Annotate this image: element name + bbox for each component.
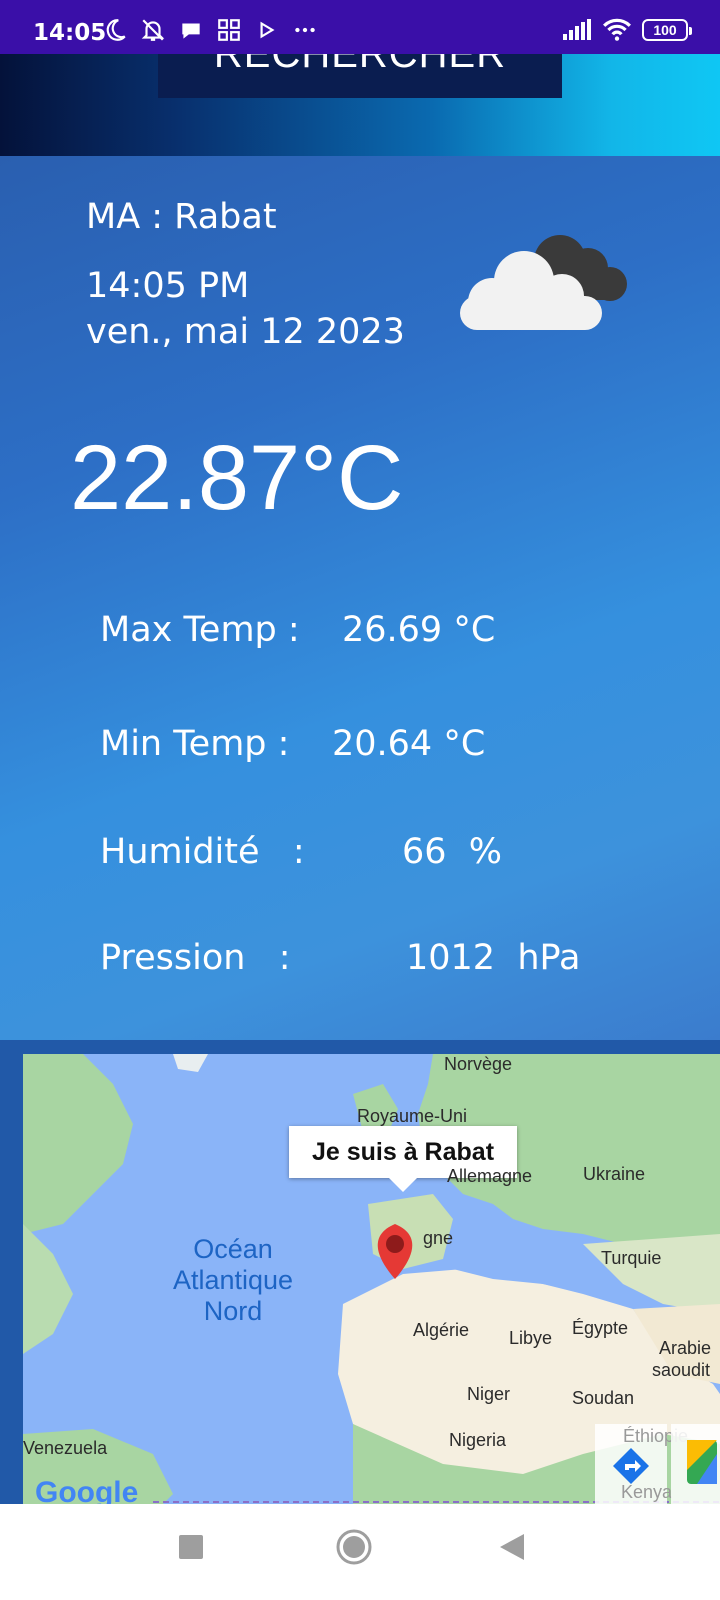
map-frame-strip bbox=[0, 1040, 23, 1504]
temperature-value: 22.87°C bbox=[70, 427, 404, 529]
back-triangle-icon[interactable] bbox=[498, 1532, 526, 1562]
bell-off-icon bbox=[141, 19, 165, 41]
search-button-label: RECHERCHER bbox=[213, 54, 507, 76]
apps-grid-icon bbox=[218, 19, 240, 41]
map-label-ukraine: Ukraine bbox=[583, 1164, 646, 1184]
map-label-arabie: Arabie bbox=[659, 1338, 712, 1358]
wifi-icon bbox=[603, 18, 631, 41]
map-view[interactable]: Je suis à Rabat Norvège Royaume-Uni Alle… bbox=[23, 1054, 720, 1504]
signal-icon bbox=[563, 19, 591, 40]
pressure-value: 1012 hPa bbox=[406, 938, 581, 978]
map-label-ocean: Océan Atlantique Nord bbox=[172, 1234, 294, 1326]
search-button[interactable]: RECHERCHER bbox=[158, 54, 562, 98]
map-marker-icon bbox=[377, 1224, 413, 1279]
map-label-royaume-uni: Royaume-Uni bbox=[357, 1106, 468, 1126]
google-maps-icon bbox=[687, 1440, 717, 1484]
map-label-espagne: gne bbox=[423, 1228, 454, 1248]
weather-panel: MA : Rabat 14:05 PM ven., mai 12 2023 22… bbox=[0, 156, 720, 1040]
moon-icon bbox=[106, 19, 126, 41]
status-time: 14:05 bbox=[33, 20, 107, 46]
play-icon bbox=[260, 21, 275, 39]
max-temp-value: 26.69 °C bbox=[342, 610, 496, 650]
home-circle-icon[interactable] bbox=[335, 1528, 373, 1566]
map-label-saoudite: saoudit bbox=[652, 1360, 711, 1380]
time-label: 14:05 PM bbox=[86, 266, 250, 306]
map-label-venezuela: Venezuela bbox=[23, 1438, 108, 1458]
status-bar: 14:05 100 bbox=[0, 0, 720, 54]
max-temp-label: Max Temp : bbox=[100, 610, 300, 650]
navigation-bar bbox=[0, 1504, 720, 1600]
date-label: ven., mai 12 2023 bbox=[86, 312, 405, 352]
map-label-egypte: Égypte bbox=[572, 1318, 629, 1338]
open-in-maps-button[interactable] bbox=[671, 1424, 720, 1504]
humidity-label: Humidité : bbox=[100, 832, 305, 872]
min-temp-label: Min Temp : bbox=[100, 724, 290, 764]
google-logo: Google bbox=[35, 1476, 139, 1504]
pressure-label: Pression : bbox=[100, 938, 291, 978]
cloudy-icon bbox=[460, 235, 627, 330]
map-label-algerie: Algérie bbox=[413, 1320, 470, 1340]
map-label-norvege: Norvège bbox=[444, 1054, 513, 1074]
more-dots-icon bbox=[295, 27, 315, 33]
directions-icon bbox=[613, 1448, 649, 1484]
directions-button[interactable]: Éthiopie Kenya bbox=[595, 1424, 688, 1504]
chat-bubble-icon bbox=[182, 23, 200, 39]
status-icons-left bbox=[102, 17, 318, 43]
map-label-kenya: Kenya bbox=[621, 1482, 673, 1502]
status-icons-right: 100 bbox=[562, 17, 692, 43]
map-label-nigeria: Nigeria bbox=[449, 1430, 507, 1450]
location-label: MA : Rabat bbox=[86, 197, 277, 237]
map-label-allemagne: Allemagne bbox=[447, 1166, 533, 1186]
humidity-value: 66 % bbox=[402, 832, 503, 872]
map-label-soudan: Soudan bbox=[572, 1388, 635, 1408]
map-label-libye: Libye bbox=[509, 1328, 553, 1348]
map-label-niger: Niger bbox=[467, 1384, 511, 1404]
recents-square-icon[interactable] bbox=[178, 1534, 204, 1560]
map-frame-top bbox=[0, 1040, 720, 1054]
min-temp-value: 20.64 °C bbox=[332, 724, 486, 764]
map-label-turquie: Turquie bbox=[601, 1248, 662, 1268]
battery-icon: 100 bbox=[642, 19, 692, 41]
